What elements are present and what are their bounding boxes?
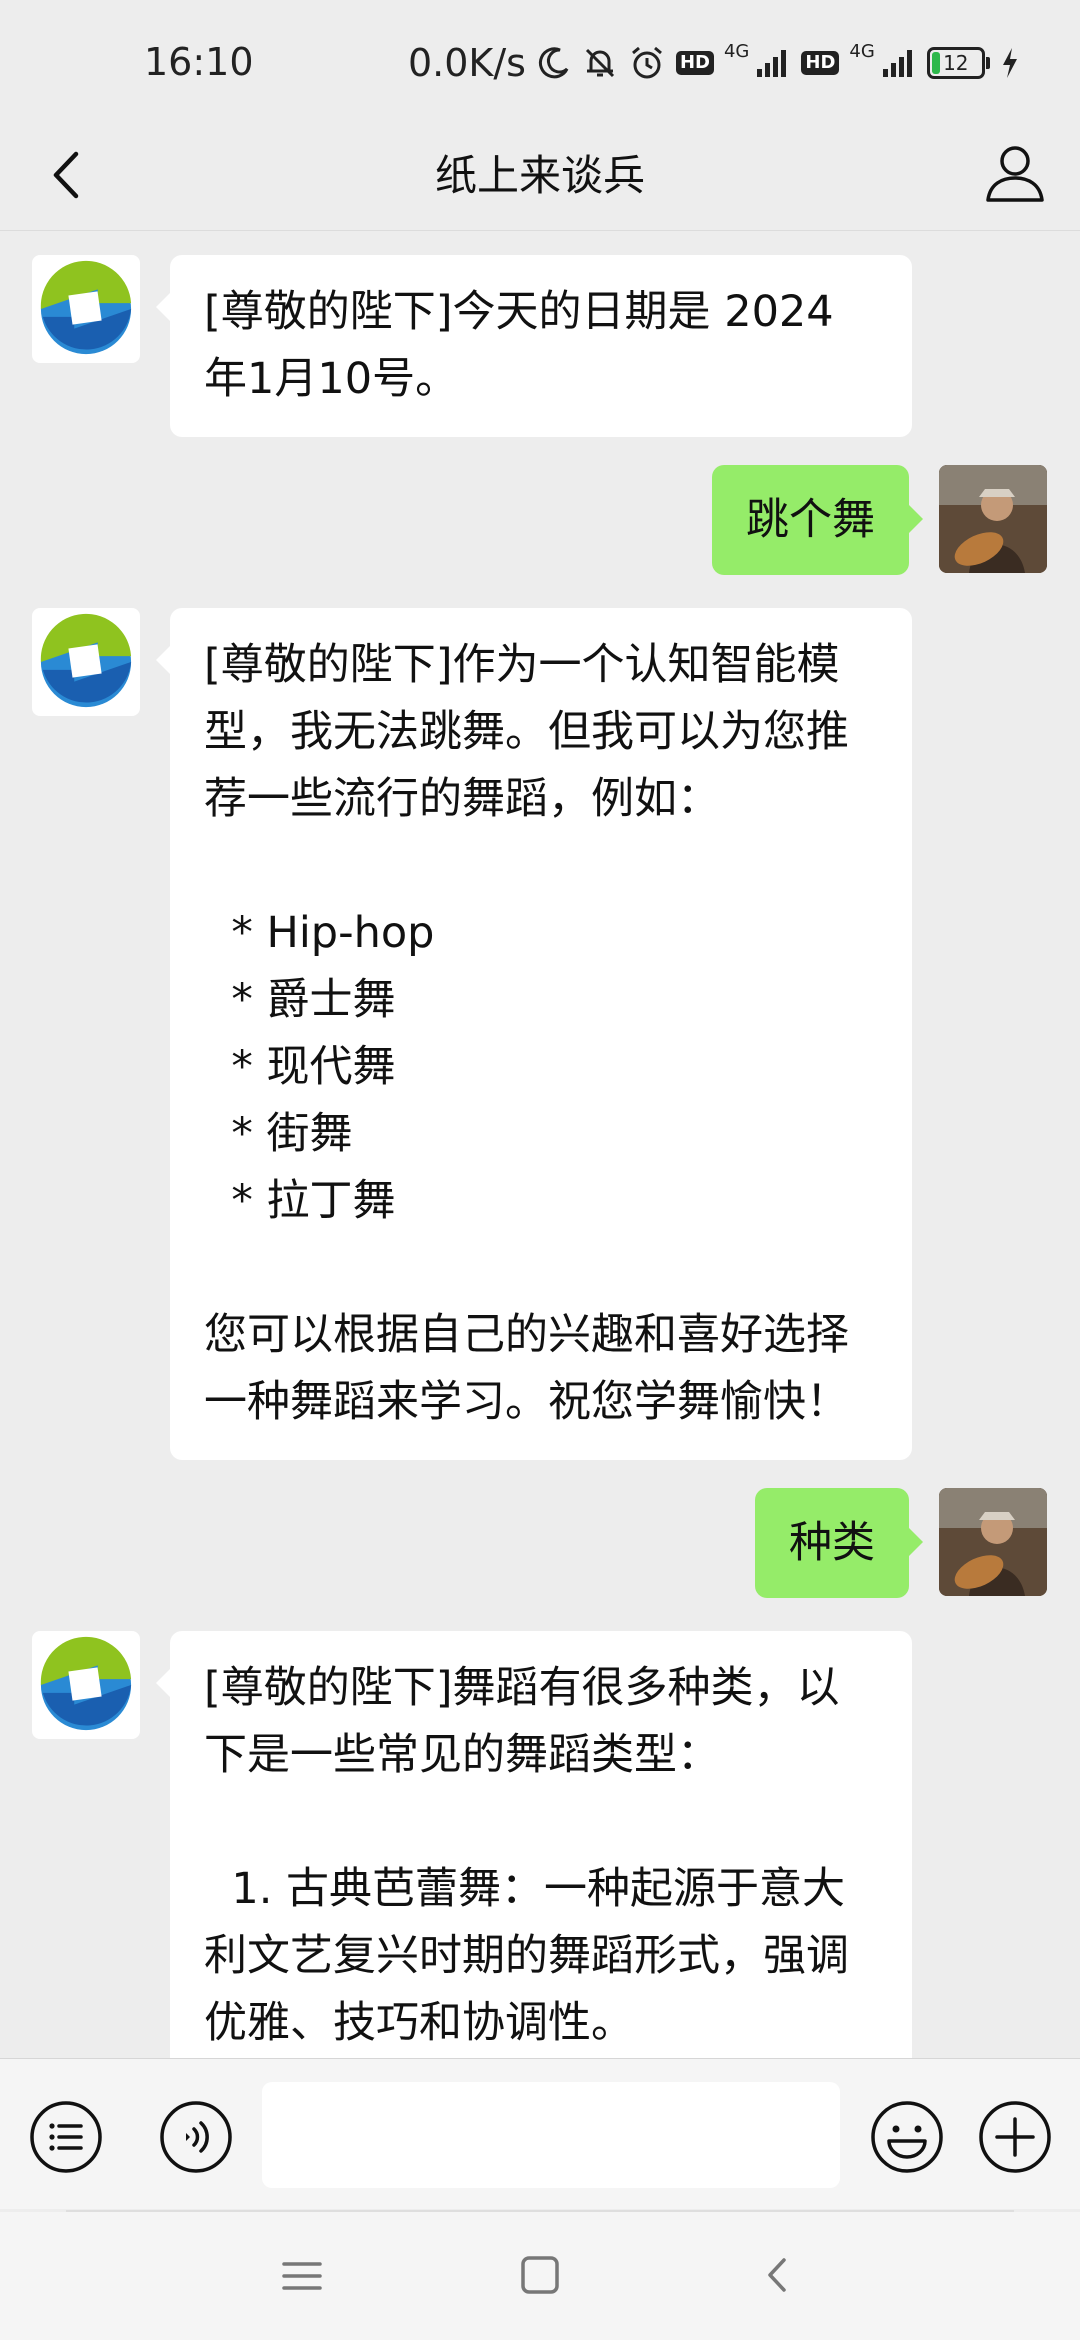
hd-badge-2: HD — [801, 51, 840, 75]
page-title: 纸上来谈兵 — [434, 151, 645, 200]
recents-button[interactable] — [272, 2246, 332, 2306]
status-bar: 16:10 0.0K/s HD 4G HD 4G 12 — [0, 0, 1080, 120]
charging-icon — [1000, 46, 1020, 80]
battery-icon: 12 — [926, 47, 990, 79]
bot-message-bubble[interactable]: [尊敬的陛下]作为一个认知智能模 型，我无法跳舞。但我可以为您推 荐一些流行的舞… — [156, 608, 912, 1460]
emoji-icon — [871, 2101, 943, 2173]
network-type-1: 4G — [723, 40, 750, 62]
bot-logo-icon — [40, 1636, 132, 1731]
menu-button[interactable] — [28, 2099, 104, 2175]
battery-level: 12 — [943, 51, 969, 75]
user-photo-icon — [939, 465, 1047, 573]
chat-info-button[interactable] — [978, 136, 1052, 210]
user-avatar[interactable] — [939, 1488, 1047, 1596]
status-time: 16:10 — [144, 40, 254, 84]
alarm-icon — [628, 44, 666, 82]
chat-header: 纸上来谈兵 — [0, 120, 1080, 231]
bot-avatar[interactable] — [32, 1631, 140, 1739]
input-bar — [0, 2058, 1080, 2209]
person-icon — [986, 146, 1044, 202]
user-message-bubble[interactable]: 种类 — [755, 1488, 923, 1598]
emoji-button[interactable] — [869, 2099, 945, 2175]
message-input[interactable] — [262, 2082, 840, 2188]
hd-badge-1: HD — [675, 51, 714, 75]
user-message-bubble[interactable]: 跳个舞 — [712, 465, 923, 575]
bot-message-bubble[interactable]: [尊敬的陛下]今天的日期是 2024 年1月10号。 — [156, 255, 912, 437]
voice-icon — [160, 2101, 232, 2173]
mute-bell-icon — [582, 45, 618, 81]
home-button[interactable] — [510, 2246, 570, 2306]
signal-icon — [881, 47, 917, 79]
menu-list-icon — [30, 2101, 102, 2173]
status-icons: 0.0K/s HD 4G HD 4G 12 — [408, 38, 1020, 88]
user-avatar[interactable] — [939, 465, 1047, 573]
bot-message-bubble[interactable]: [尊敬的陛下]舞蹈有很多种类，以 下是一些常见的舞蹈类型： 1. 古典芭蕾舞：一… — [156, 1631, 912, 2058]
plus-icon — [979, 2101, 1051, 2173]
back-icon — [768, 2258, 786, 2292]
system-back-button[interactable] — [748, 2246, 808, 2306]
system-navigation-bar — [0, 2212, 1080, 2340]
bot-avatar[interactable] — [32, 255, 140, 363]
recents-icon — [282, 2262, 322, 2290]
bot-logo-icon — [40, 613, 132, 708]
signal-icon — [755, 47, 791, 79]
moon-icon — [536, 45, 572, 81]
more-button[interactable] — [977, 2099, 1053, 2175]
chat-message-list[interactable]: [尊敬的陛下]今天的日期是 2024 年1月10号。 跳个舞 [尊敬的陛下]作为… — [0, 231, 1080, 2058]
user-photo-icon — [939, 1488, 1047, 1596]
home-icon — [521, 2256, 559, 2294]
bot-logo-icon — [40, 260, 132, 355]
network-type-2: 4G — [849, 40, 875, 62]
voice-button[interactable] — [158, 2099, 234, 2175]
net-speed: 0.0K/s — [408, 41, 526, 85]
bot-avatar[interactable] — [32, 608, 140, 716]
